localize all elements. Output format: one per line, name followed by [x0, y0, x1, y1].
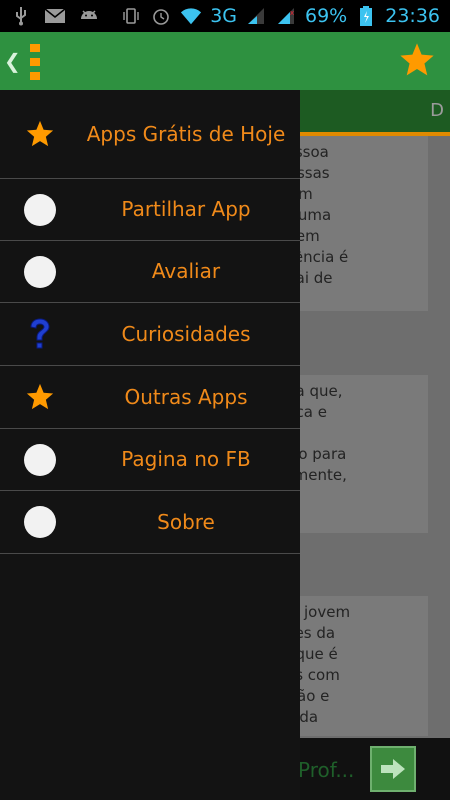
navigation-drawer: Apps Grátis de Hoje Partilhar App Avalia…	[0, 90, 300, 800]
menu-toggle-icon[interactable]	[30, 44, 42, 80]
tab-label-partial[interactable]: D	[430, 100, 444, 121]
star-icon	[0, 382, 80, 412]
signal-2-icon: x	[275, 6, 297, 26]
menu-item-sobre[interactable]: Sobre	[0, 491, 300, 554]
menu-item-partilhar-app[interactable]: Partilhar App	[0, 179, 300, 241]
network-type: 3G	[210, 5, 237, 27]
ad-text: Prof...	[298, 758, 355, 782]
circle-icon	[0, 255, 80, 288]
wifi-icon	[180, 6, 202, 26]
menu-item-label: Sobre	[157, 509, 215, 534]
action-bar: ❮	[0, 32, 450, 90]
menu-item-avaliar[interactable]: Avaliar	[0, 241, 300, 303]
menu-item-label: Outras Apps	[124, 384, 248, 409]
menu-item-curiosidades[interactable]: Curiosidades	[0, 303, 300, 366]
battery-icon	[355, 6, 377, 26]
vibrate-icon	[120, 6, 142, 26]
question-icon	[0, 318, 80, 350]
mail-icon	[44, 6, 66, 26]
menu-item-label: Partilhar App	[121, 197, 251, 221]
menu-item-label: Apps Grátis de Hoje	[86, 121, 286, 146]
status-icons-left	[10, 6, 100, 26]
svg-text:x: x	[290, 9, 294, 17]
menu-item-label: Curiosidades	[121, 321, 251, 346]
battery-percent: 69%	[305, 5, 348, 27]
menu-item-outras-apps[interactable]: Outras Apps	[0, 366, 300, 429]
status-bar: 3G x 69% 23:36	[0, 0, 450, 32]
menu-item-label: Pagina no FB	[121, 447, 251, 471]
menu-item-label: Avaliar	[151, 259, 221, 283]
circle-icon	[0, 193, 80, 226]
menu-item-pagina-fb[interactable]: Pagina no FB	[0, 429, 300, 491]
favorite-star-icon[interactable]	[398, 41, 436, 79]
arrow-right-icon[interactable]	[370, 746, 416, 792]
signal-1-icon	[245, 6, 267, 26]
alarm-icon	[150, 6, 172, 26]
usb-icon	[10, 6, 32, 26]
back-chevron-icon[interactable]: ❮	[4, 49, 21, 73]
clock: 23:36	[385, 5, 440, 27]
circle-icon	[0, 506, 80, 538]
android-icon	[78, 6, 100, 26]
status-icons-right: 3G x 69% 23:36	[120, 4, 440, 28]
star-icon	[0, 119, 80, 149]
menu-item-apps-gratis[interactable]: Apps Grátis de Hoje	[0, 90, 300, 179]
circle-icon	[0, 443, 80, 476]
